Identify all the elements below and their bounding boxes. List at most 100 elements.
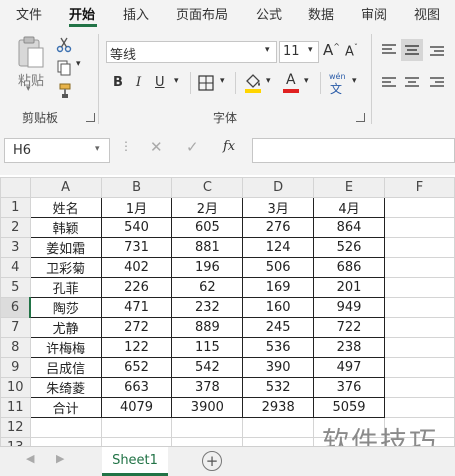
- cell[interactable]: 尤静: [29, 317, 102, 338]
- cell[interactable]: 238: [313, 337, 385, 358]
- cell[interactable]: [383, 397, 455, 418]
- column-header[interactable]: C: [171, 177, 244, 198]
- cell[interactable]: 390: [242, 357, 315, 378]
- copy-icon[interactable]: [55, 59, 73, 77]
- cut-icon[interactable]: [55, 36, 73, 54]
- cell[interactable]: 526: [313, 237, 385, 258]
- menu-view[interactable]: 视图: [414, 4, 440, 23]
- cell[interactable]: 4079: [100, 397, 173, 418]
- select-all-corner[interactable]: [0, 177, 31, 198]
- cell[interactable]: 272: [100, 317, 173, 338]
- menu-formulas[interactable]: 公式: [256, 4, 282, 23]
- cell[interactable]: 62: [171, 277, 244, 298]
- font-color-icon[interactable]: A: [282, 72, 300, 94]
- cell[interactable]: [383, 197, 455, 218]
- cell[interactable]: 232: [171, 297, 244, 318]
- chevron-down-icon[interactable]: ▾: [95, 144, 100, 154]
- underline-button[interactable]: U: [155, 75, 165, 90]
- column-header[interactable]: D: [242, 177, 315, 198]
- phonetic-dropdown-icon[interactable]: ▾: [352, 76, 357, 86]
- cell[interactable]: 471: [100, 297, 173, 318]
- cell[interactable]: 5059: [313, 397, 385, 418]
- cell[interactable]: 506: [242, 257, 315, 278]
- cell[interactable]: 540: [100, 217, 173, 238]
- menu-data[interactable]: 数据: [308, 4, 334, 23]
- cell[interactable]: 3900: [171, 397, 244, 418]
- scroll-right-icon[interactable]: ▶: [56, 452, 64, 465]
- phonetic-guide-icon[interactable]: wén 文: [327, 72, 349, 96]
- cell[interactable]: [383, 277, 455, 298]
- grow-font-icon[interactable]: A^: [323, 41, 340, 59]
- border-dropdown-icon[interactable]: ▾: [220, 76, 225, 86]
- cell[interactable]: 3月: [242, 197, 315, 218]
- paste-icon[interactable]: [14, 34, 48, 70]
- cell[interactable]: 881: [171, 237, 244, 258]
- cell[interactable]: [383, 297, 455, 318]
- cell[interactable]: 686: [313, 257, 385, 278]
- cell[interactable]: 孔菲: [29, 277, 102, 298]
- row-header[interactable]: 7: [0, 317, 31, 338]
- cell[interactable]: 吕成信: [29, 357, 102, 378]
- cancel-icon[interactable]: ✕: [150, 138, 163, 156]
- format-painter-icon[interactable]: [55, 82, 73, 100]
- row-header[interactable]: 4: [0, 257, 31, 278]
- sheet-tab-sheet1[interactable]: Sheet1: [102, 447, 168, 476]
- cell[interactable]: 864: [313, 217, 385, 238]
- row-header[interactable]: 9: [0, 357, 31, 378]
- align-left-icon[interactable]: [380, 74, 398, 92]
- cell[interactable]: [171, 417, 244, 438]
- cell[interactable]: 合计: [29, 397, 102, 418]
- menu-insert[interactable]: 插入: [123, 4, 149, 23]
- cell[interactable]: [383, 217, 455, 238]
- cell[interactable]: [383, 237, 455, 258]
- cell[interactable]: 536: [242, 337, 315, 358]
- font-launcher-icon[interactable]: [356, 113, 365, 122]
- cell[interactable]: 378: [171, 377, 244, 398]
- enter-icon[interactable]: ✓: [186, 138, 199, 156]
- align-right-icon[interactable]: [428, 74, 446, 92]
- scroll-left-icon[interactable]: ◀: [26, 452, 34, 465]
- cell[interactable]: 949: [313, 297, 385, 318]
- cell[interactable]: 姜如霜: [29, 237, 102, 258]
- cell[interactable]: 402: [100, 257, 173, 278]
- cell[interactable]: [29, 417, 102, 438]
- spreadsheet-grid[interactable]: A B C D E F 1 姓名 1月 2月 3月 4月 2 韩颖 540 605 276 864 3 姜如霜 731 8…: [0, 177, 455, 458]
- row-header[interactable]: 11: [0, 397, 31, 418]
- border-icon[interactable]: [197, 74, 215, 92]
- shrink-font-icon[interactable]: Aˇ: [345, 43, 358, 59]
- align-top-icon[interactable]: [380, 41, 398, 59]
- cell[interactable]: 245: [242, 317, 315, 338]
- menu-file[interactable]: 文件: [16, 4, 42, 23]
- menu-page-layout[interactable]: 页面布局: [176, 4, 228, 23]
- paste-label[interactable]: 粘贴: [18, 70, 44, 89]
- underline-dropdown-icon[interactable]: ▾: [174, 76, 179, 86]
- cell[interactable]: 2月: [171, 197, 244, 218]
- cell[interactable]: [383, 377, 455, 398]
- cell[interactable]: 陶莎: [29, 297, 102, 318]
- cell[interactable]: 韩颖: [29, 217, 102, 238]
- drag-handle-icon[interactable]: ⋮: [120, 139, 132, 153]
- cell[interactable]: [383, 337, 455, 358]
- cell[interactable]: 889: [171, 317, 244, 338]
- chevron-down-icon[interactable]: ▾: [265, 45, 270, 55]
- cell[interactable]: [242, 417, 315, 438]
- name-box[interactable]: H6 ▾: [4, 138, 110, 163]
- cell[interactable]: 201: [313, 277, 385, 298]
- bold-button[interactable]: B: [113, 75, 123, 90]
- add-sheet-button[interactable]: +: [202, 451, 222, 471]
- cell[interactable]: 4月: [313, 197, 385, 218]
- clipboard-launcher-icon[interactable]: [86, 113, 95, 122]
- cell[interactable]: [383, 357, 455, 378]
- cell[interactable]: 169: [242, 277, 315, 298]
- copy-dropdown-icon[interactable]: ▾: [76, 59, 81, 69]
- font-size-combobox[interactable]: 11 ▾: [279, 41, 319, 63]
- cell[interactable]: 605: [171, 217, 244, 238]
- formula-input[interactable]: [252, 138, 455, 163]
- row-header[interactable]: 10: [0, 377, 31, 398]
- cell[interactable]: 122: [100, 337, 173, 358]
- cell[interactable]: 542: [171, 357, 244, 378]
- cell[interactable]: 532: [242, 377, 315, 398]
- cell[interactable]: 497: [313, 357, 385, 378]
- align-middle-icon[interactable]: [401, 39, 423, 61]
- cell[interactable]: 276: [242, 217, 315, 238]
